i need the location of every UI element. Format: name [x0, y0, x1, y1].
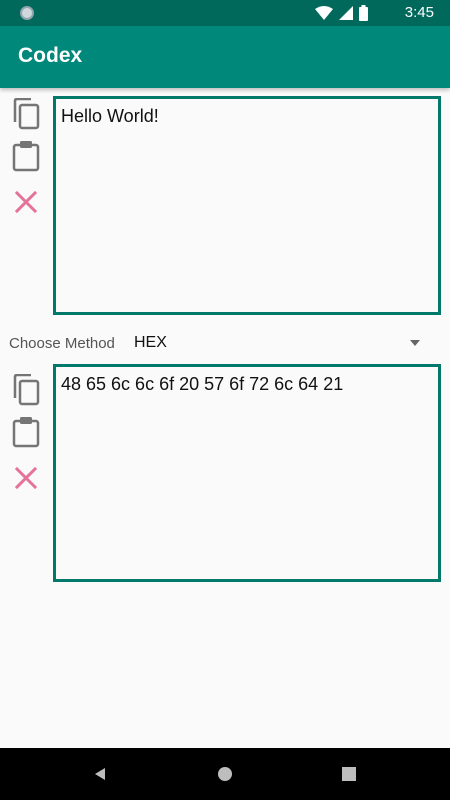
input-paste-button[interactable]	[10, 140, 42, 172]
recents-button[interactable]	[319, 748, 379, 800]
signal-icon	[339, 6, 353, 20]
output-clear-button[interactable]	[10, 462, 42, 494]
copy-icon	[13, 374, 40, 406]
clear-icon	[14, 466, 38, 490]
system-icons	[315, 5, 368, 21]
recents-icon	[342, 767, 356, 781]
input-copy-button[interactable]	[10, 98, 42, 130]
back-button[interactable]	[70, 748, 130, 800]
output-copy-button[interactable]	[10, 374, 42, 406]
notification-dot-icon	[20, 6, 34, 20]
paste-icon	[12, 417, 40, 448]
clear-icon	[14, 190, 38, 214]
output-paste-button[interactable]	[10, 416, 42, 448]
app-title: Codex	[18, 44, 83, 67]
clock: 3:45	[404, 4, 434, 21]
back-icon	[95, 768, 105, 780]
wifi-icon	[315, 6, 333, 20]
input-text-area[interactable]: Hello World!	[53, 96, 441, 315]
status-bar: 3:45	[0, 0, 450, 26]
method-dropdown[interactable]: HEX	[126, 330, 430, 358]
method-label: Choose Method	[9, 335, 115, 352]
copy-icon	[13, 98, 40, 130]
method-selected-value: HEX	[134, 334, 167, 351]
home-button[interactable]	[195, 748, 255, 800]
battery-icon	[359, 5, 368, 21]
dropdown-arrow-icon	[410, 340, 420, 346]
input-clear-button[interactable]	[10, 186, 42, 218]
method-row: Choose Method HEX	[0, 330, 450, 358]
paste-icon	[12, 141, 40, 172]
navigation-bar	[0, 748, 450, 800]
home-icon	[218, 767, 232, 781]
output-text-area[interactable]: 48 65 6c 6c 6f 20 57 6f 72 6c 64 21	[53, 364, 441, 582]
app-bar: Codex	[0, 26, 450, 88]
